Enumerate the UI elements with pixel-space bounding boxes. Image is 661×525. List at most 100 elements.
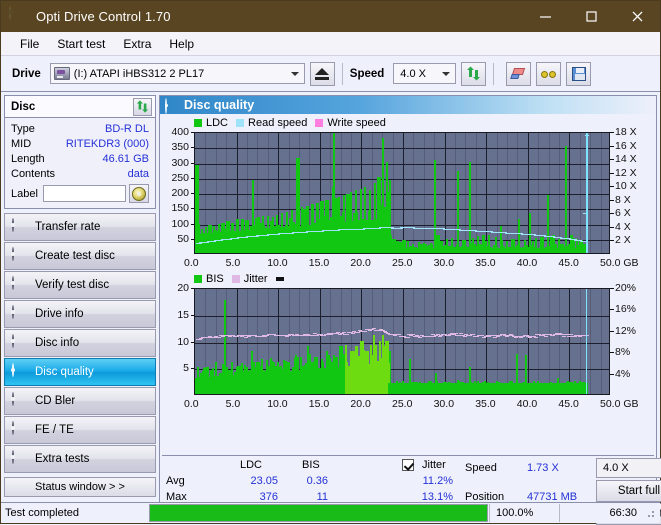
disc-group: Disc Type BD-R DL MID R xyxy=(4,95,156,209)
disc-type-label: Type xyxy=(11,123,35,135)
app-window: Opti Drive Control 1.70 File Start test … xyxy=(0,0,661,524)
speed-stat-label: Speed xyxy=(465,462,497,474)
legend-item-bis: BIS xyxy=(194,274,224,285)
menu-item-start-test[interactable]: Start test xyxy=(48,35,114,53)
title-bar: Opti Drive Control 1.70 xyxy=(1,1,660,32)
test-speed-select[interactable]: 4.0 X xyxy=(596,458,661,478)
y2-tick xyxy=(610,159,614,160)
erase-button[interactable] xyxy=(506,62,531,86)
eject-button[interactable] xyxy=(310,62,335,86)
disc-length-value: 46.61 GB xyxy=(103,153,149,165)
menu-item-file[interactable]: File xyxy=(11,35,48,53)
plot-area xyxy=(194,288,610,395)
legend-swatch xyxy=(315,119,323,127)
sidebar-item-fe-te[interactable]: FE / TE xyxy=(4,416,156,444)
sidebar-item-verify-test-disc[interactable]: Verify test disc xyxy=(4,271,156,299)
data-line xyxy=(338,334,342,335)
y2-tick xyxy=(610,213,614,214)
drive-select[interactable]: (I:) ATAPI iHBS312 2 PL17 xyxy=(50,63,305,84)
disc-mid-label: MID xyxy=(11,138,31,150)
refresh-button[interactable] xyxy=(461,62,486,86)
stats-avg-jitter: 11.2% xyxy=(398,475,453,487)
speed-value: 4.0 X xyxy=(400,68,426,80)
panel-header: Disc quality xyxy=(160,96,656,114)
sidebar-item-transfer-rate[interactable]: Transfer rate xyxy=(4,213,156,241)
minimize-button[interactable] xyxy=(522,1,568,32)
x-tick-label: 40.0 xyxy=(517,257,537,269)
menu-item-help[interactable]: Help xyxy=(160,35,203,53)
y-tick-label: 150 xyxy=(171,202,189,214)
sidebar-item-disc-info[interactable]: Disc info xyxy=(4,329,156,357)
disc-row-contents: Contents data xyxy=(11,166,149,181)
cd-icon xyxy=(132,187,146,201)
scan-button[interactable] xyxy=(536,62,561,86)
stats-row-avg-label: Avg xyxy=(166,475,185,487)
legend-swatch xyxy=(194,119,202,127)
close-button[interactable] xyxy=(614,1,660,32)
page-title: Disc quality xyxy=(184,98,254,112)
x-tick-label: 5.0 xyxy=(226,257,241,269)
y2-tick-label: 16 X xyxy=(615,140,637,152)
disc-label-input[interactable] xyxy=(43,185,126,202)
y-tick-label: 5 xyxy=(183,362,189,374)
data-line xyxy=(287,335,291,336)
sidebar-item-extra-tests[interactable]: Extra tests xyxy=(4,445,156,473)
window-title: Opti Drive Control 1.70 xyxy=(36,9,171,24)
save-button[interactable] xyxy=(566,62,591,86)
speed-select[interactable]: 4.0 X xyxy=(393,63,456,84)
disc-icon xyxy=(12,393,28,409)
y2-tick-label: 14 X xyxy=(615,153,637,165)
y2-tick-label: 4 X xyxy=(615,221,631,233)
sidebar: Disc Type BD-R DL MID R xyxy=(1,92,159,521)
y2-tick xyxy=(610,309,614,310)
y-tick-label: 15 xyxy=(177,309,189,321)
y2-tick-label: 20% xyxy=(615,282,636,294)
x-tick-label: 20.0 xyxy=(350,398,370,410)
disc-length-label: Length xyxy=(11,153,45,165)
resize-grip-icon[interactable] xyxy=(647,508,657,518)
y2-tick-label: 10 X xyxy=(615,180,637,192)
x-tick-label: 30.0 xyxy=(434,398,454,410)
chart-bis-jitter: 51015204%8%12%16%20%0.05.010.015.020.025… xyxy=(160,286,652,411)
maximize-button[interactable] xyxy=(568,1,614,32)
legend-bottom: BIS Jitter xyxy=(160,272,656,286)
status-window-button[interactable]: Status window > > xyxy=(4,477,156,497)
speed-label: Speed xyxy=(350,68,385,80)
y-tick xyxy=(191,368,194,369)
drive-icon xyxy=(54,67,70,80)
y2-tick-label: 18 X xyxy=(615,126,637,138)
sidebar-item-label: FE / TE xyxy=(35,424,74,436)
disc-refresh-button[interactable] xyxy=(133,98,152,116)
body: Disc Type BD-R DL MID R xyxy=(1,92,660,521)
sidebar-item-label: Disc info xyxy=(35,337,79,349)
y-tick-label: 20 xyxy=(177,282,189,294)
y-tick xyxy=(191,342,194,343)
toolbar: Drive (I:) ATAPI iHBS312 2 PL17 Speed 4.… xyxy=(1,56,660,92)
sidebar-item-label: Disc quality xyxy=(35,366,94,378)
sidebar-item-drive-info[interactable]: Drive info xyxy=(4,300,156,328)
data-line xyxy=(372,328,376,329)
start-full-button[interactable]: Start full xyxy=(596,480,661,502)
plot-area xyxy=(194,132,610,254)
sidebar-item-disc-quality[interactable]: Disc quality xyxy=(4,358,156,386)
disc-icon xyxy=(12,248,28,264)
y2-tick xyxy=(610,288,614,289)
legend-label: BIS xyxy=(206,274,224,285)
data-line xyxy=(363,331,367,332)
x-tick-label: 10.0 xyxy=(267,257,287,269)
sidebar-item-label: Transfer rate xyxy=(35,221,100,233)
disc-group-body: Type BD-R DL MID RITEKDR3 (000) Length 4… xyxy=(5,118,155,208)
speed-stat-value: 1.73 X xyxy=(527,462,559,474)
data-bar xyxy=(547,195,549,253)
data-line xyxy=(263,336,267,337)
progress-fill xyxy=(150,505,487,521)
charts-area: LDC Read speed Write speed 5010015020025… xyxy=(160,114,656,453)
x-tick-label: 40.0 xyxy=(517,398,537,410)
disc-label-button[interactable] xyxy=(129,184,149,203)
legend-top: LDC Read speed Write speed xyxy=(160,116,656,130)
stats-col-ldc: LDC xyxy=(240,459,262,471)
jitter-checkbox[interactable] xyxy=(402,459,414,471)
menu-item-extra[interactable]: Extra xyxy=(114,35,160,53)
sidebar-item-create-test-disc[interactable]: Create test disc xyxy=(4,242,156,270)
sidebar-item-cd-bler[interactable]: CD Bler xyxy=(4,387,156,415)
